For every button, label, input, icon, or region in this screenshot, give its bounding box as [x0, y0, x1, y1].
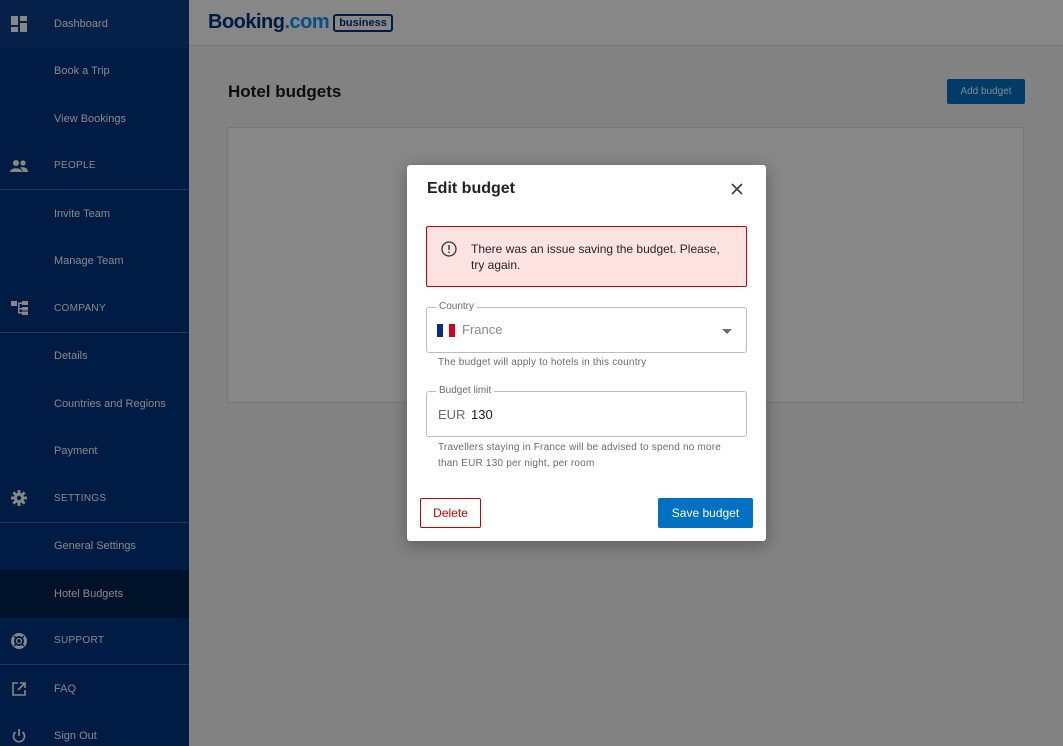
error-message: There was an issue saving the budget. Pl…: [471, 242, 720, 272]
budget-limit-input[interactable]: [471, 404, 721, 424]
country-helper-text: The budget will apply to hotels in this …: [438, 357, 647, 368]
budget-helper-text: Travellers staying in France will be adv…: [438, 442, 722, 469]
france-flag-icon: [437, 324, 455, 337]
edit-budget-modal: Edit budget There was an issue saving th…: [407, 165, 766, 541]
currency-prefix: EUR: [438, 407, 466, 422]
modal-title: Edit budget: [427, 180, 515, 197]
error-alert: There was an issue saving the budget. Pl…: [426, 226, 747, 287]
delete-button[interactable]: Delete: [420, 498, 481, 528]
country-label: Country: [436, 301, 478, 313]
country-select[interactable]: Country France: [426, 301, 747, 353]
error-icon: [441, 241, 457, 257]
chevron-down-icon: [722, 329, 732, 334]
country-value: France: [462, 322, 503, 337]
close-icon[interactable]: [727, 179, 747, 199]
budget-limit-label: Budget limit: [436, 385, 495, 397]
save-budget-button[interactable]: Save budget: [658, 498, 753, 528]
budget-limit-field: Budget limit EUR: [426, 385, 747, 437]
